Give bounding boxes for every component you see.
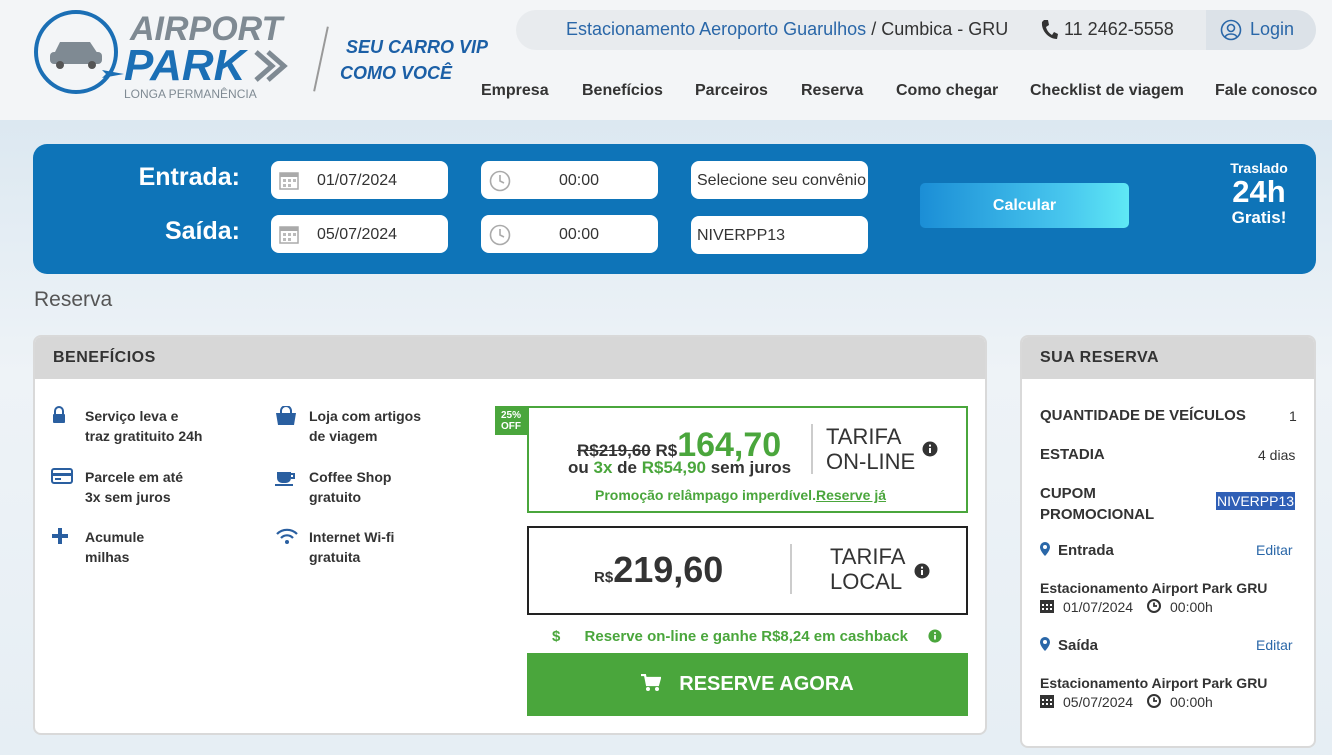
edit-entrada-link[interactable]: Editar (1256, 542, 1293, 558)
edit-saida-link[interactable]: Editar (1256, 637, 1293, 653)
calendar-icon (279, 172, 299, 190)
stay-value: 4 dias (1258, 447, 1296, 463)
wifi-icon (276, 528, 298, 544)
benefits-title: BENEFÍCIOS (35, 337, 985, 379)
nav-beneficios[interactable]: Benefícios (582, 82, 663, 100)
plus-icon (52, 528, 68, 544)
cashback-text: $ Reserve on-line e ganhe R$8,24 em cash… (552, 628, 909, 645)
benefit-item: Parcele em até 3x sem juros (51, 467, 183, 507)
promo-text: Promoção relâmpago imperdível.Reserve já (595, 487, 887, 503)
calendar-icon (1040, 695, 1054, 708)
page-title: Reserva (34, 288, 113, 311)
benefit-item: Coffee Shop gratuito (275, 467, 391, 507)
calendar-icon (279, 226, 299, 244)
qty-value: 1 (1289, 408, 1297, 424)
info-icon[interactable] (922, 441, 938, 457)
summary-title: SUA RESERVA (1022, 337, 1314, 379)
entrada-date-input[interactable]: 01/07/2024 (271, 161, 448, 199)
nav-reserva[interactable]: Reserva (801, 82, 863, 100)
saida-time-input[interactable]: 00:00 (481, 215, 658, 253)
info-icon[interactable] (914, 563, 930, 579)
benefit-item: Loja com artigos de viagem (276, 406, 421, 446)
divider (790, 544, 792, 594)
site-header: AIRPORT PARK LONGA PERMANÊNCIA SEU CARRO… (0, 0, 1332, 120)
calendar-icon (1040, 600, 1054, 613)
coupon-input[interactable]: NIVERPP13 (691, 216, 868, 254)
reserve-ja-link[interactable]: Reserve já (816, 487, 886, 503)
phone-number[interactable]: 11 2462-5558 (1040, 19, 1174, 40)
info-icon[interactable] (928, 629, 942, 643)
traslado-badge: Traslado 24h Gratis! (1230, 160, 1288, 227)
convenio-select[interactable]: Selecione seu convênio (691, 161, 868, 199)
credit-card-icon (51, 468, 73, 484)
nav-empresa[interactable]: Empresa (481, 82, 549, 100)
location-text: Estacionamento Aeroporto Guarulhos / Cum… (566, 19, 1009, 39)
entrada-time-input[interactable]: 00:00 (481, 161, 658, 199)
tarifa-local-label: TARIFA LOCAL (830, 544, 906, 594)
nav-fale-conosco[interactable]: Fale conosco (1215, 82, 1317, 100)
saida-place: Estacionamento Airport Park GRU (1040, 675, 1268, 691)
main-nav: Empresa Benefícios Parceiros Reserva Com… (0, 82, 1332, 102)
saida-date-input[interactable]: 05/07/2024 (271, 215, 448, 253)
entrada-label: Entrada: (138, 163, 240, 191)
nav-parceiros[interactable]: Parceiros (695, 82, 768, 100)
clock-icon (489, 224, 511, 246)
saida-heading: Saída (1058, 637, 1099, 654)
discount-badge: 25% OFF (495, 406, 527, 435)
qty-label: QUANTIDADE DE VEÍCULOS (1040, 407, 1246, 424)
benefit-item: Serviço leva e traz gratituito 24h (53, 406, 202, 446)
phone-icon (1041, 20, 1058, 39)
calcular-button[interactable]: Calcular (920, 183, 1129, 228)
installments-text: ou 3x de R$54,90 sem juros (568, 458, 792, 477)
clock-icon (1147, 599, 1161, 613)
tarifa-online-label: TARIFA ON-LINE (826, 424, 916, 474)
location-link[interactable]: Estacionamento Aeroporto Guarulhos (566, 19, 866, 39)
local-price: 219,60 (613, 549, 724, 590)
nav-checklist[interactable]: Checklist de viagem (1030, 82, 1184, 100)
clock-icon (1147, 694, 1161, 708)
entrada-place: Estacionamento Airport Park GRU (1040, 580, 1268, 596)
stay-label: ESTADIA (1040, 446, 1105, 463)
entrada-date: 01/07/2024 (1063, 599, 1134, 615)
shopping-bag-icon (276, 406, 296, 425)
entrada-heading: Entrada (1058, 542, 1114, 559)
entrada-time: 00:00h (1170, 599, 1213, 615)
map-pin-icon (1040, 542, 1050, 556)
lock-icon (53, 406, 65, 423)
reserve-now-button[interactable]: RESERVE AGORA (527, 653, 968, 716)
slogan: SEU CARRO VIP COMO VOCÊ (340, 37, 489, 83)
saida-label: Saída: (164, 217, 240, 245)
saida-time: 00:00h (1170, 694, 1213, 710)
divider (811, 424, 813, 474)
benefit-item: Internet Wi-fi gratuita (276, 527, 394, 567)
dollar-icon: $ (552, 628, 561, 645)
login-button[interactable]: Login (1206, 10, 1316, 50)
coupon-value[interactable]: NIVERPP13 (1216, 492, 1296, 510)
local-price-row: R$219,60 (594, 549, 724, 590)
map-pin-icon (1040, 637, 1050, 651)
clock-icon (489, 170, 511, 192)
saida-date: 05/07/2024 (1063, 694, 1134, 710)
cart-icon (641, 673, 662, 691)
nav-como-chegar[interactable]: Como chegar (896, 82, 998, 100)
coupon-label: CUPOM PROMOCIONAL (1040, 485, 1155, 523)
benefit-item: Acumule milhas (52, 527, 144, 567)
coffee-cup-icon (275, 472, 295, 486)
user-icon (1220, 19, 1242, 41)
